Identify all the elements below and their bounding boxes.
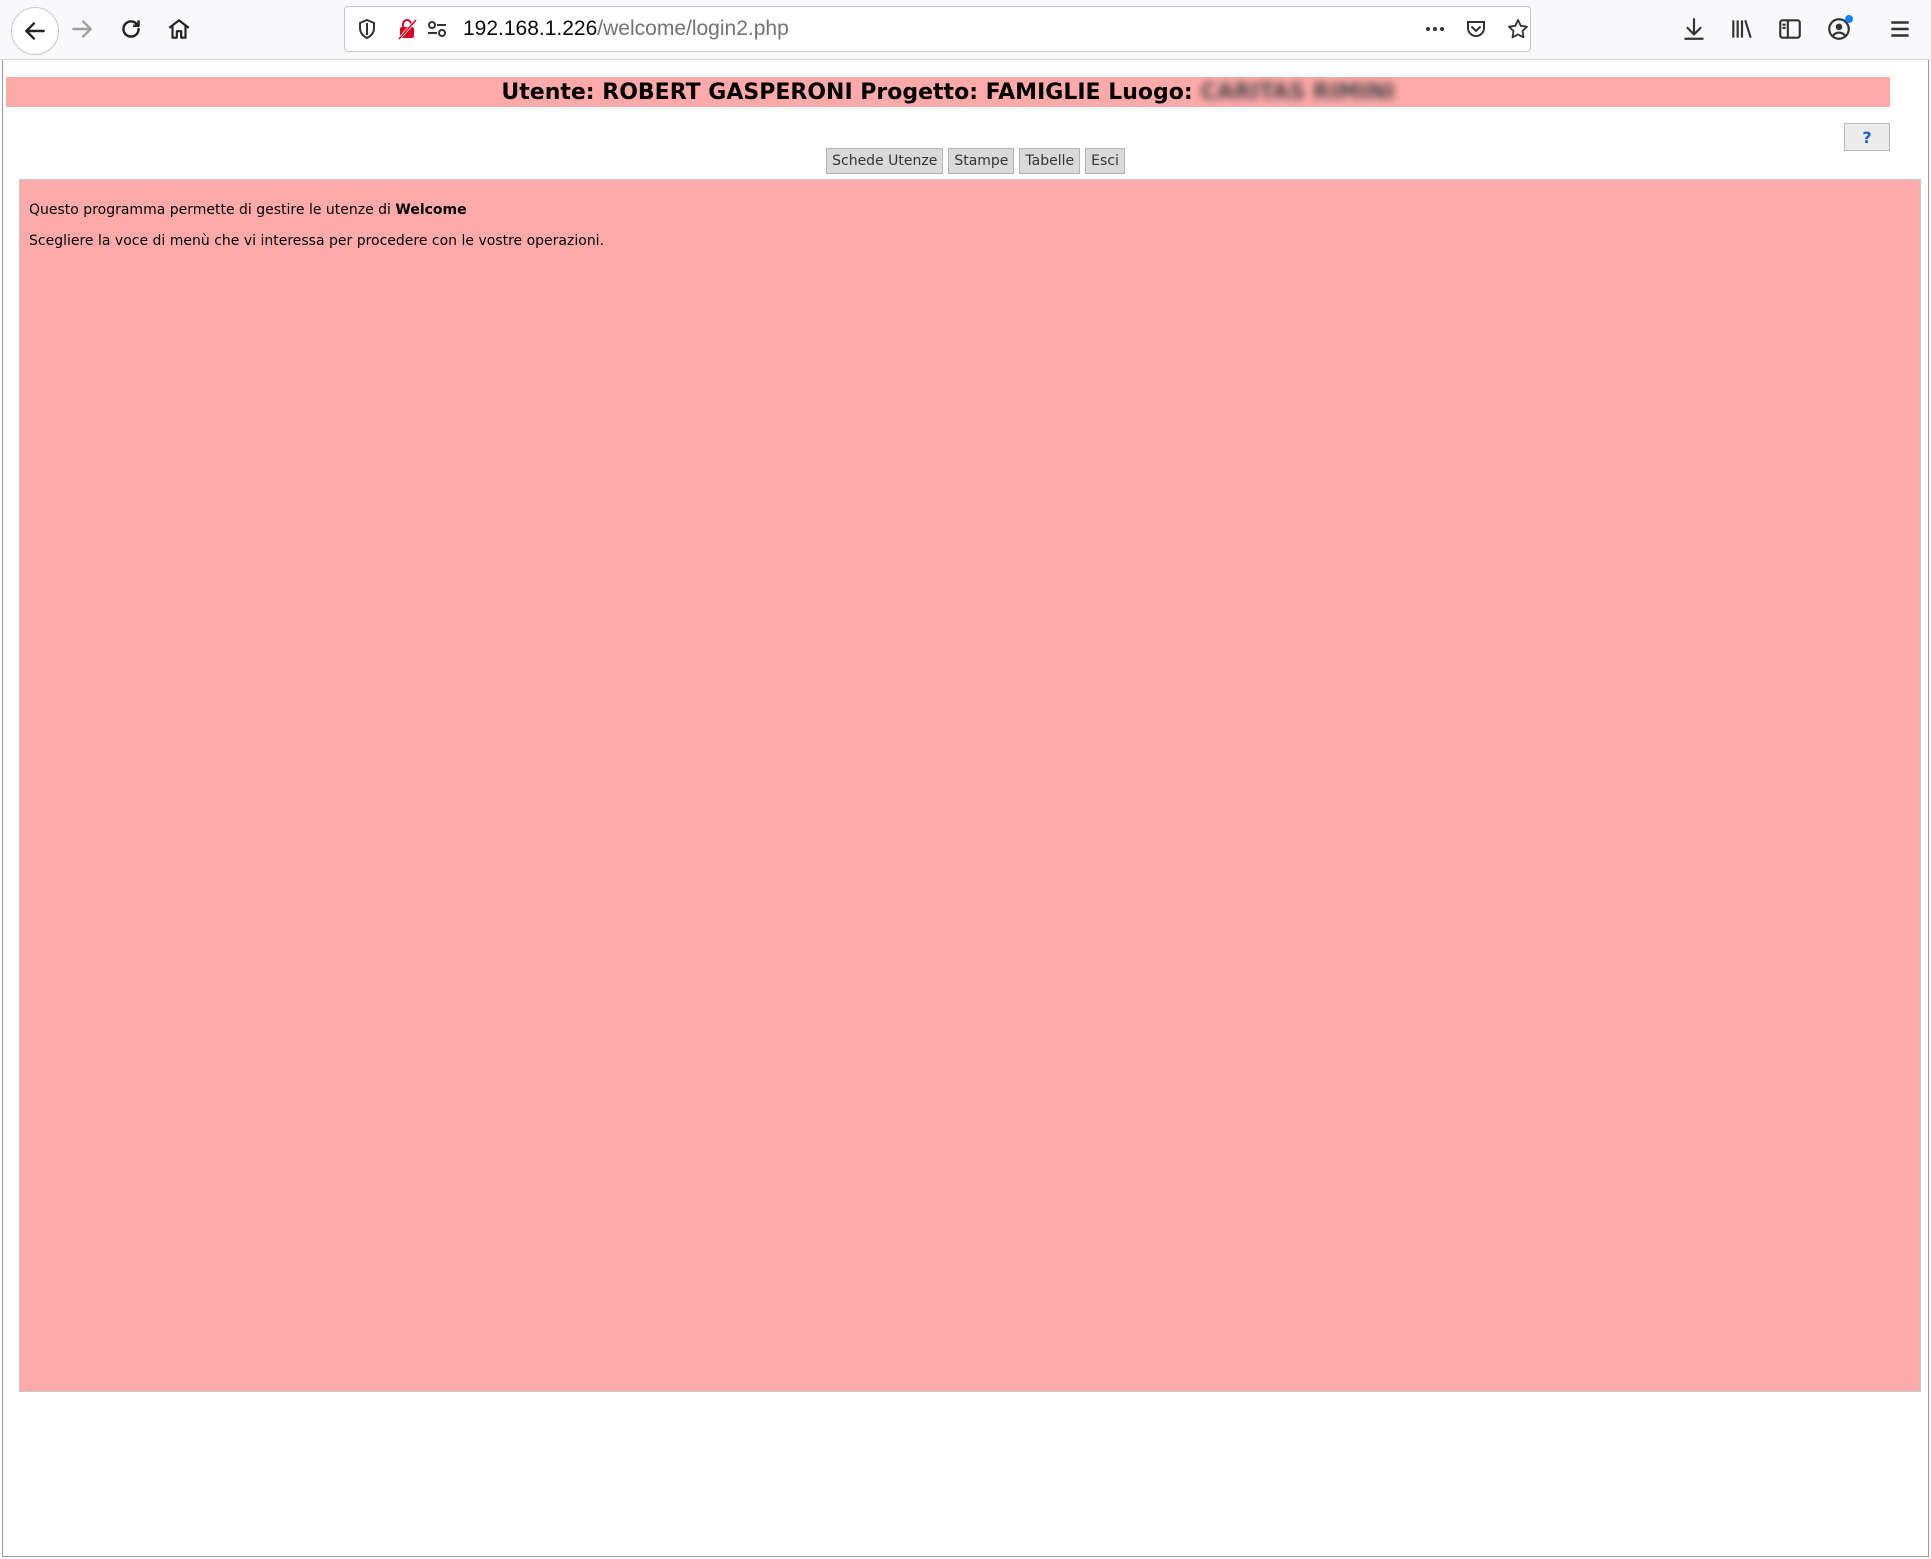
sidebar-icon [1779,19,1801,39]
library-button[interactable] [1722,9,1762,49]
reload-button[interactable] [111,9,151,49]
forward-button[interactable] [62,9,102,49]
app-menu-button[interactable] [1880,9,1920,49]
download-icon [1684,18,1704,40]
main-menu: Schede Utenze Stampe Tabelle Esci [3,148,1928,174]
downloads-button[interactable] [1674,9,1714,49]
menu-schede-utenze-button[interactable]: Schede Utenze [826,148,944,174]
back-arrow-icon [25,22,45,40]
intro-prefix: Questo programma permette di gestire le … [29,202,396,218]
sidebar-button[interactable] [1770,9,1810,49]
help-button[interactable]: ? [1844,123,1890,151]
browser-toolbar: 192.168.1.226/welcome/login2.php [0,0,1931,60]
insecure-lock-icon[interactable] [395,17,419,41]
url-bar[interactable]: 192.168.1.226/welcome/login2.php [344,6,1531,52]
menu-tabelle-button[interactable]: Tabelle [1019,148,1081,174]
title-text: Utente: ROBERT GASPERONI Progetto: FAMIG… [501,79,1193,105]
content-panel: Questo programma permette di gestire le … [19,179,1921,1392]
permissions-icon[interactable] [425,17,449,41]
account-button[interactable] [1819,9,1859,49]
menu-icon [1891,21,1909,37]
bookmark-star-icon[interactable] [1506,17,1530,41]
page-viewport: Utente: ROBERT GASPERONI Progetto: FAMIG… [2,60,1929,1557]
pocket-icon[interactable] [1464,17,1488,41]
location-value-redacted: CARITAS RIMINI [1200,79,1395,105]
menu-esci-button[interactable]: Esci [1085,148,1125,174]
back-button[interactable] [11,7,59,55]
reload-icon [122,20,140,38]
shield-icon[interactable] [355,17,379,41]
forward-arrow-icon [72,20,92,38]
notification-dot [1845,15,1853,23]
menu-stampe-button[interactable]: Stampe [948,148,1015,174]
app-name: Welcome [395,202,467,218]
library-icon [1732,20,1752,38]
more-icon[interactable] [1423,17,1447,41]
page-title: Utente: ROBERT GASPERONI Progetto: FAMIG… [6,77,1890,107]
url-text[interactable]: 192.168.1.226/welcome/login2.php [463,17,789,41]
url-path: /welcome/login2.php [597,17,789,40]
url-host: 192.168.1.226 [463,17,598,40]
instruction-text: Scegliere la voce di menù che vi interes… [29,233,605,249]
intro-text: Questo programma permette di gestire le … [29,202,467,218]
home-button[interactable] [159,9,199,49]
home-icon [168,19,190,39]
